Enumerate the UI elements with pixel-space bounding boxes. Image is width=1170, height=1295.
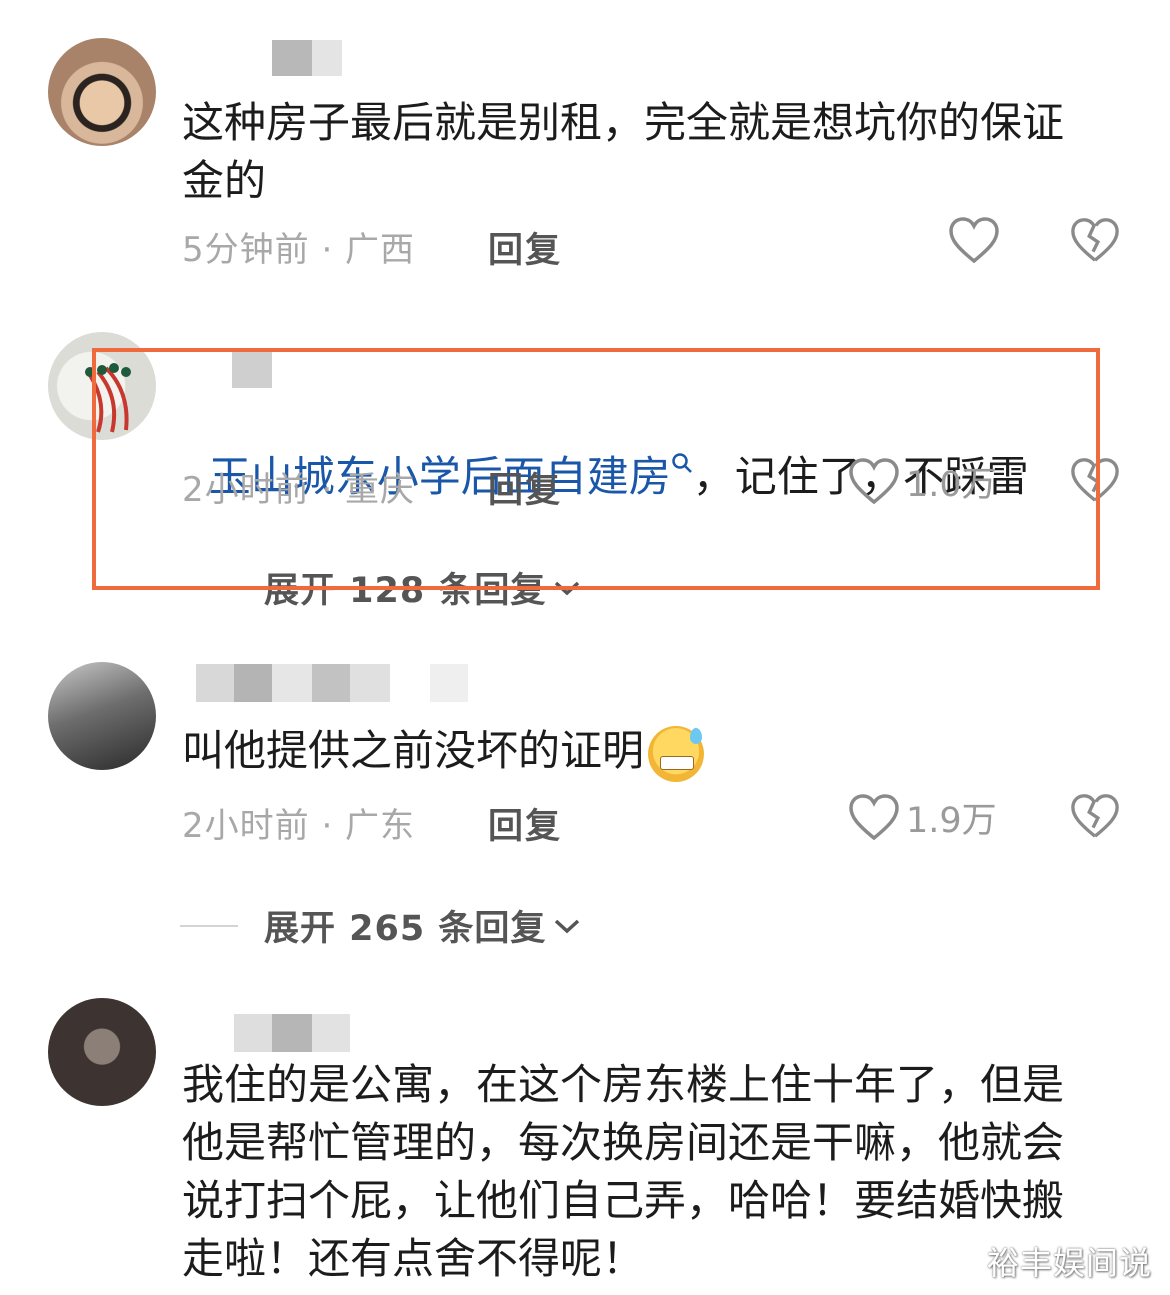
broken-heart-icon (1071, 218, 1119, 262)
username-blurred (430, 664, 468, 702)
username-blurred[interactable] (272, 40, 312, 76)
avatar[interactable] (48, 332, 156, 440)
heart-icon (849, 457, 899, 504)
heart-icon (949, 217, 999, 264)
chevron-down-icon (555, 919, 580, 933)
reply-button[interactable]: 回复 (488, 222, 562, 273)
dislike-button[interactable] (1070, 456, 1120, 510)
username-blurred[interactable] (234, 1014, 272, 1052)
like-button[interactable]: 1.0万 (848, 456, 997, 507)
avatar[interactable] (48, 662, 156, 770)
expand-replies-button[interactable]: 展开 128 条回复 (180, 562, 582, 613)
reply-button[interactable]: 回复 (488, 462, 562, 513)
like-count: 1.0万 (906, 465, 997, 505)
username-blurred (312, 664, 350, 702)
dislike-button[interactable] (1070, 792, 1120, 846)
broken-heart-icon (1071, 458, 1119, 502)
comment-meta: 5分钟前 · 广西 (182, 230, 416, 270)
reply-button[interactable]: 回复 (488, 798, 562, 849)
like-button[interactable]: 1.9万 (848, 792, 997, 843)
chevron-down-icon (555, 581, 580, 595)
search-icon (671, 453, 692, 473)
broken-heart-icon (1071, 794, 1119, 838)
dislike-button[interactable] (1070, 216, 1120, 270)
username-blurred[interactable] (196, 664, 234, 702)
username-blurred (234, 664, 272, 702)
comment-text: 这种房子最后就是别租，完全就是想坑你的保证金的 (182, 98, 1065, 205)
expand-replies-button[interactable]: 展开 265 条回复 (180, 900, 582, 951)
username-blurred (272, 1014, 312, 1052)
avatar-image (85, 363, 131, 433)
like-count: 1.9万 (906, 801, 997, 841)
comment-text: 我住的是公寓，在这个房东楼上住十年了，但是他是帮忙管理的，每次换房间还是干嘛，他… (182, 1060, 1065, 1283)
avatar[interactable] (48, 38, 156, 146)
username-blurred (350, 664, 390, 702)
divider-line (180, 586, 238, 589)
heart-icon (849, 793, 899, 840)
comment-meta: 2小时前 · 广东 (182, 806, 416, 846)
username-blurred (272, 664, 312, 702)
avatar[interactable] (48, 998, 156, 1106)
expand-replies-label: 展开 265 条回复 (264, 909, 547, 949)
username-blurred (312, 40, 342, 76)
comment-meta: 2小时前 · 重庆 (182, 470, 416, 510)
username-blurred[interactable] (232, 352, 272, 388)
divider-line (180, 924, 238, 927)
watermark: 裕丰娱间说 (986, 1244, 1152, 1282)
like-button[interactable] (948, 216, 1000, 266)
expand-replies-label: 展开 128 条回复 (264, 571, 547, 611)
username-blurred (312, 1014, 350, 1052)
comment-text: 叫他提供之前没坏的证明 (182, 722, 1102, 782)
grin-sweat-emoji-icon (648, 725, 705, 782)
